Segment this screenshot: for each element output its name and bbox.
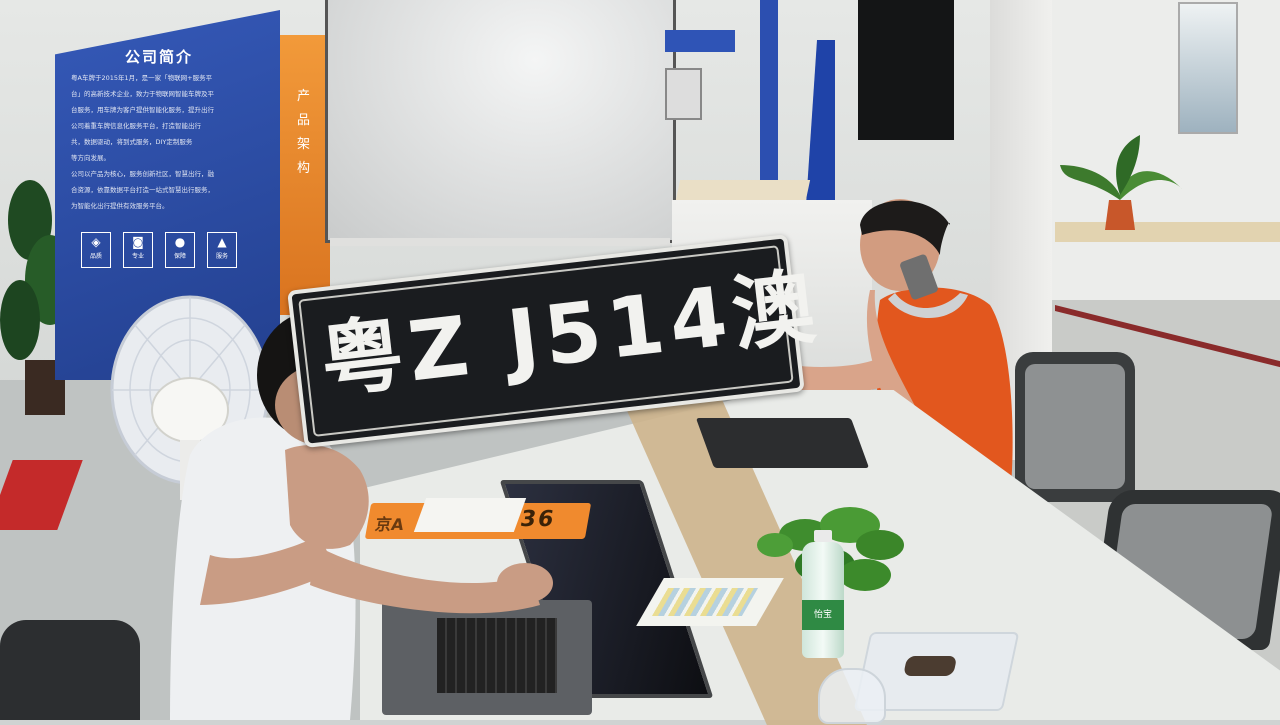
board-line: 粤A车牌于2015年1月，是一家「物联网+服务平: [71, 74, 213, 82]
screen-bottom-bar: [330, 238, 670, 246]
board-icon-row: ◈ 品质 ◙ 专业 ● 保障 ▲ 服务: [81, 232, 237, 268]
bottle-cap: [814, 530, 832, 542]
office-chair: [1015, 352, 1135, 502]
board-line: 公司以产品为核心，服务创新社区，智慧出行，融: [71, 170, 214, 178]
board-line: 等方向发展。: [71, 154, 110, 162]
board-icon-caption: 服务: [215, 253, 228, 260]
wall-frame: [665, 68, 702, 120]
car-icon: ◙: [132, 235, 144, 249]
board-line: 为智能化出行提供有效服务平台。: [71, 202, 169, 210]
office-chair: [0, 620, 140, 720]
chair-mesh: [1025, 364, 1125, 489]
laptop-right: [695, 418, 870, 468]
wall-painting: [1178, 2, 1238, 134]
board-paragraph: 粤A车牌于2015年1月，是一家「物联网+服务平 台」的高新技术企业，致力于物联…: [71, 70, 271, 214]
blue-stripe-horizontal: [665, 30, 735, 52]
board-icon: ▲ 服务: [207, 232, 237, 268]
product-banner: 产品架构: [280, 35, 330, 315]
board-line: 台」的高新技术企业，致力于物联网智能车牌及平: [71, 90, 214, 98]
banner-text: 产品架构: [297, 89, 311, 176]
water-bottle: 怡宝: [800, 530, 846, 660]
glass-cup: [818, 668, 886, 724]
ashtray-contents: [903, 656, 958, 676]
leaflet-print: [651, 588, 759, 616]
board-icon-caption: 专业: [131, 253, 144, 260]
board-line: 台服务，用车牌为客户提供智能化服务，提升出行: [71, 106, 214, 114]
board-line: 共，数据驱动，将到式服务，DIY定制服务: [71, 138, 193, 146]
bottle-label-text: 怡宝: [813, 610, 832, 620]
board-icon: ◙ 专业: [123, 232, 153, 268]
board-icon: ◈ 品质: [81, 232, 111, 268]
wall-tv: [858, 0, 954, 140]
board-line: 合资源，依靠数据平台打造一站式智慧出行服务，: [71, 186, 214, 194]
board-line: 公司着重车牌信息化服务平台，打造智能出行: [71, 122, 201, 130]
board-icon: ● 保障: [165, 232, 195, 268]
shield-icon: ◈: [91, 235, 101, 249]
board-icon-caption: 保障: [173, 253, 186, 260]
bottle-label: 怡宝: [802, 600, 844, 630]
right-plant: [1055, 135, 1185, 240]
board-icon-caption: 品质: [89, 253, 102, 260]
board-title: 公司简介: [125, 48, 194, 66]
blue-stripe: [760, 0, 778, 190]
person-icon: ▲: [217, 235, 227, 249]
money-bag-icon: ●: [174, 235, 186, 249]
photo-scene: { "scene": { "wall_board": { "title": "公…: [0, 0, 1280, 725]
projector-screen: [325, 0, 676, 243]
